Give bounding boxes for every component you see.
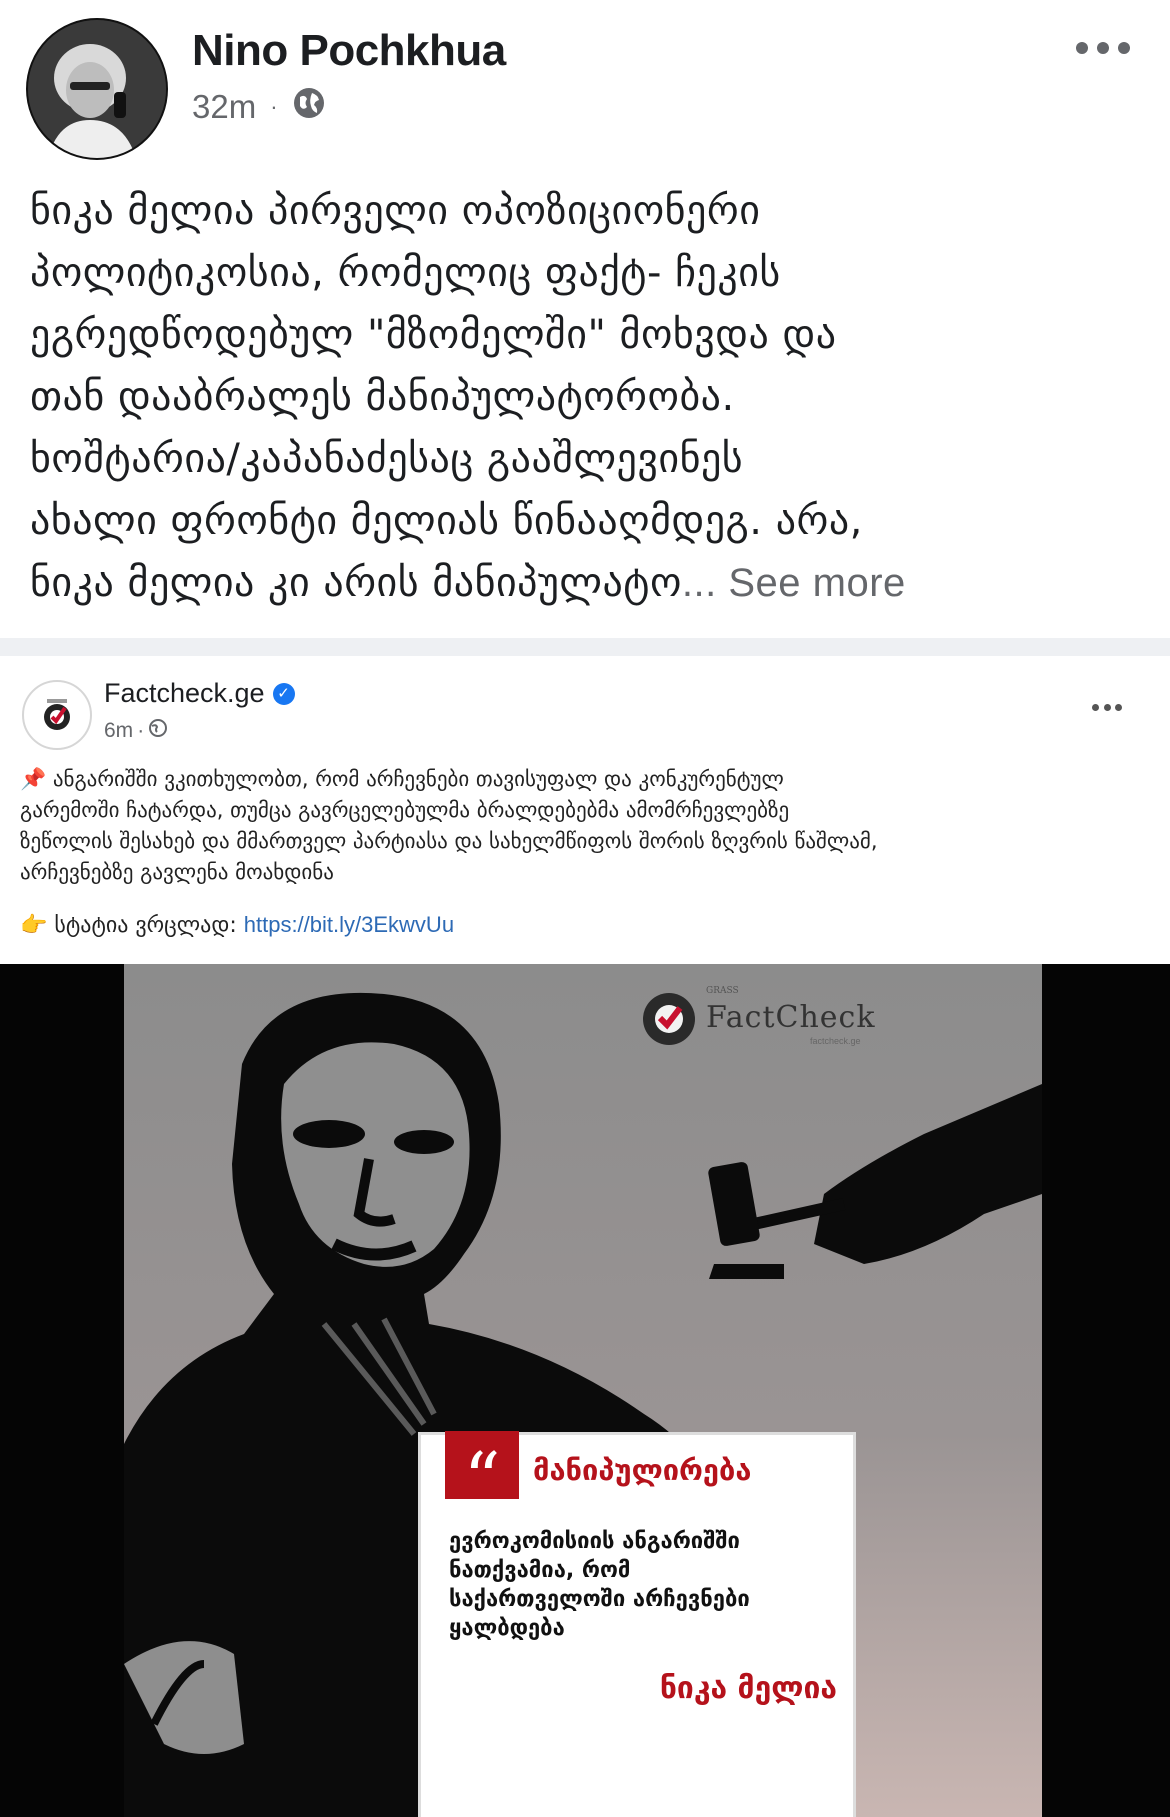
- meta-separator: ·: [137, 719, 145, 742]
- verdict-label: მანიპულირება: [533, 1453, 752, 1487]
- section-divider: [0, 638, 1170, 656]
- see-more-link[interactable]: See more: [717, 561, 906, 605]
- post-text-line: ხოშტარია/კაპანაძესაც გააშლევინეს: [30, 436, 744, 482]
- meta-separator: ·: [270, 94, 278, 119]
- shared-post[interactable]: Factcheck.ge ✓ 6m · 📌 ანგარიშში ვკითხულო…: [0, 656, 1170, 1817]
- quote-text: ევროკომისიის ანგარიშში ნათქვამია, რომ სა…: [449, 1527, 841, 1643]
- globe-icon[interactable]: [292, 86, 326, 128]
- ellipsis: ...: [681, 561, 717, 605]
- article-link[interactable]: https://bit.ly/3EkwvUu: [244, 912, 454, 937]
- post-text-line: ნიკა მელია პირველი ოპოზიციონერი: [30, 188, 761, 234]
- factcheck-poster-image[interactable]: GRASS FactCheck factcheck.ge “ მანიპულირ…: [0, 964, 1170, 1817]
- quote-line: საქართველოში არჩევნები: [449, 1587, 750, 1612]
- avatar-photo: [28, 20, 166, 158]
- post-text: ნიკა მელია პირველი ოპოზიციონერი პოლიტიკო…: [30, 180, 1140, 614]
- post-text-line: ახალი ფრონტი მელიას წინააღმდეგ. არა,: [30, 498, 863, 544]
- author-avatar[interactable]: [26, 18, 168, 160]
- quote-line: ნათქვამია, რომ: [449, 1558, 631, 1583]
- shared-more-options-icon[interactable]: [1092, 704, 1122, 711]
- shared-post-time[interactable]: 6m: [104, 719, 133, 743]
- shared-text-line: 📌 ანგარიშში ვკითხულობთ, რომ არჩევნები თა…: [20, 767, 784, 791]
- post-header: Nino Pochkhua 32m ·: [0, 0, 1170, 170]
- author-name[interactable]: Nino Pochkhua: [192, 26, 506, 76]
- shared-post-text: 📌 ანგარიშში ვკითხულობთ, რომ არჩევნები თა…: [20, 764, 1150, 888]
- quote-mark-box: “: [445, 1431, 519, 1521]
- poster-brand-sub: factcheck.ge: [810, 1036, 861, 1046]
- more-options-icon[interactable]: [1076, 38, 1130, 58]
- shared-page-name[interactable]: Factcheck.ge: [104, 678, 265, 709]
- post-time[interactable]: 32m: [192, 88, 256, 126]
- quote-speaker: ნიკა მელია: [659, 1671, 837, 1706]
- shared-post-meta: 6m ·: [104, 718, 168, 744]
- factcheck-logo-icon: [643, 993, 695, 1045]
- quote-card: “ მანიპულირება ევროკომისიის ანგარიშში ნა…: [418, 1431, 856, 1817]
- quote-line: ყალბდება: [449, 1616, 565, 1641]
- post-text-line: ნიკა მელია კი არის მანიპულატო: [30, 560, 682, 606]
- shared-page-name-row: Factcheck.ge ✓: [104, 678, 295, 709]
- factcheck-logo-icon: [44, 699, 70, 730]
- post-text-line: პოლიტიკოსია, რომელიც ფაქტ- ჩეკის: [30, 250, 781, 296]
- shared-text-line: ზეწოლის შესახებ და მმართველ პარტიასა და …: [20, 829, 878, 853]
- article-link-row: 👉 სტატია ვრცლად: https://bit.ly/3EkwvUu: [20, 912, 454, 938]
- post-text-line: ეგრედწოდებულ "მზომელში" მოხვდა და: [30, 312, 837, 358]
- post-text-last-line: ნიკა მელია კი არის მანიპულატო... See mor…: [30, 552, 1140, 614]
- globe-icon: [148, 718, 168, 744]
- poster-brand-small: GRASS: [706, 986, 739, 996]
- quote-mark: “: [463, 1437, 501, 1521]
- factcheck-page-avatar[interactable]: [22, 680, 92, 750]
- shared-text-line: არჩევნებზე გავლენა მოახდინა: [20, 860, 334, 884]
- poster-brand: GRASS FactCheck factcheck.ge: [640, 980, 890, 1060]
- quote-line: ევროკომისიის ანგარიშში: [449, 1529, 740, 1554]
- verified-badge-icon: ✓: [272, 682, 295, 705]
- shared-text-line: გარემოში ჩატარდა, თუმცა გავრცელებულმა ბრ…: [20, 798, 790, 822]
- article-link-prefix: 👉 სტატია ვრცლად:: [20, 913, 244, 938]
- post-meta: 32m ·: [192, 86, 326, 128]
- post-text-line: თან დააბრალეს მანიპულატორობა.: [30, 374, 735, 420]
- poster-brand-name: FactCheck: [706, 1000, 876, 1035]
